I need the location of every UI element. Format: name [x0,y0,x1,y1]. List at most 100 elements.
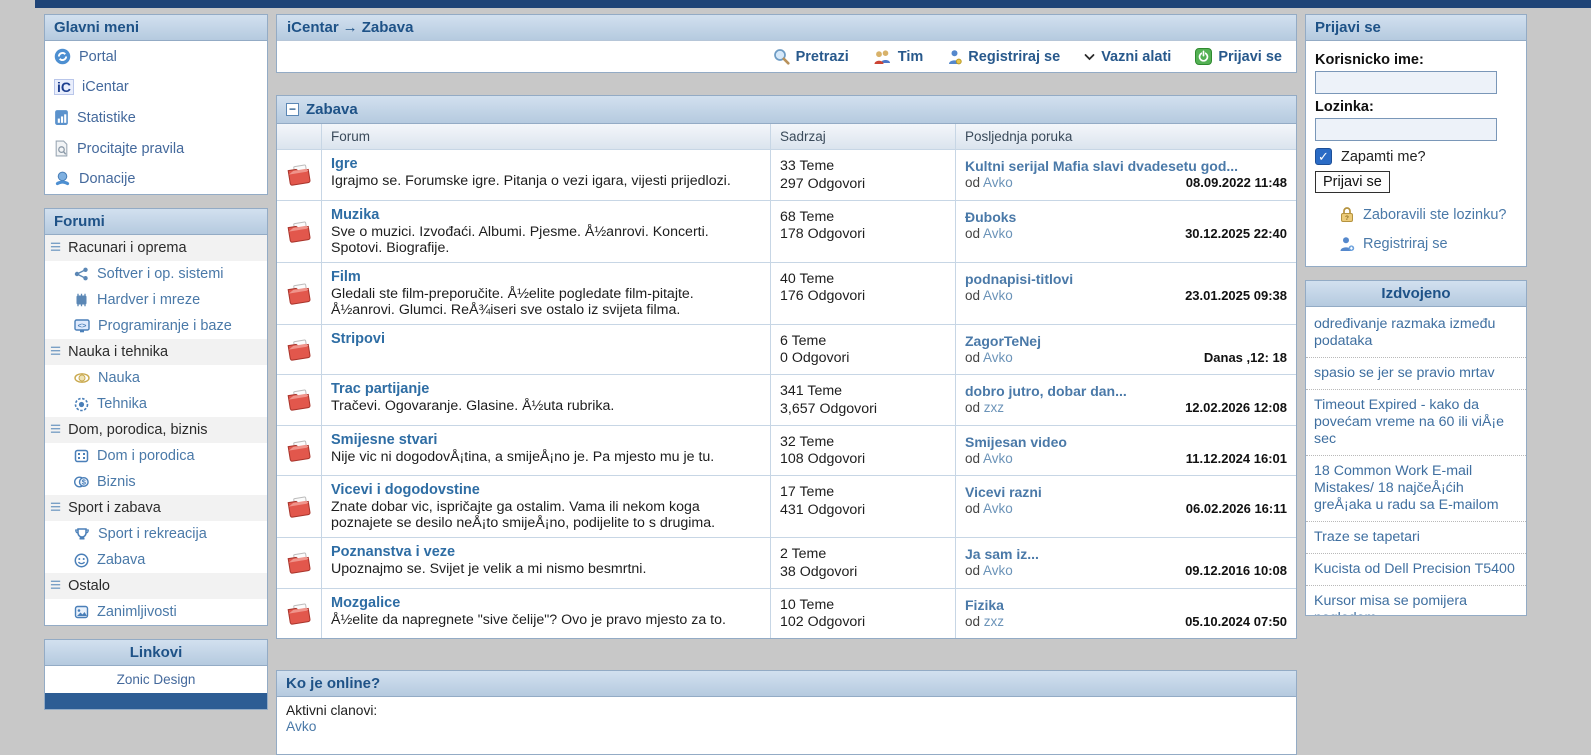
sidebar-item-zanimljivosti[interactable]: Zanimljivosti [45,599,267,625]
last-post-date: 09.12.2016 10:08 [1185,563,1287,578]
by-label: od [965,400,980,415]
register-button[interactable]: Registriraj se [947,49,1060,65]
sidebar-item-biznis[interactable]: $ Biznis [45,469,267,495]
login-submit-button[interactable]: Prijavi se [1315,171,1390,193]
featured-topic-link[interactable]: Traze se tapetari [1306,522,1526,554]
username-field[interactable] [1315,71,1497,94]
important-tools-button[interactable]: Vazni alati [1084,49,1171,65]
last-post-author-link[interactable]: zxz [984,400,1004,415]
sidebar-item-hardver[interactable]: Hardver i mreze [45,287,267,313]
last-post-author-link[interactable]: Avko [983,288,1013,303]
folder-icon [277,476,321,537]
last-post-author-link[interactable]: Avko [983,451,1013,466]
category-sport[interactable]: ≡ Sport i zabava [45,495,267,521]
search-button[interactable]: Pretrazi [773,48,849,65]
password-field[interactable] [1315,118,1497,141]
breadcrumb-current-link[interactable]: Zabava [362,19,414,36]
forum-link[interactable]: Smijesne stvari [331,432,761,448]
forum-link[interactable]: Poznanstva i veze [331,544,761,560]
login-button[interactable]: Prijavi se [1195,48,1282,65]
last-post-date: 23.01.2025 09:38 [1185,288,1287,303]
last-post-author-link[interactable]: Avko [983,226,1013,241]
forum-link[interactable]: Vicevi i dogodovstine [331,482,761,498]
sidebar-item-nauka[interactable]: Nauka [45,365,267,391]
last-post-link[interactable]: Vicevi razni [965,484,1287,500]
sidebar-item-sport-i-rekreacija[interactable]: Sport i rekreacija [45,521,267,547]
last-post-link[interactable]: podnapisi-titlovi [965,271,1287,287]
sidebar-item-portal[interactable]: Portal [45,41,267,72]
featured-topic-link[interactable]: spasio se jer se pravio mrtav [1306,358,1526,390]
sidebar-item-dom-i-porodica[interactable]: Dom i porodica [45,443,267,469]
last-post-author-link[interactable]: Avko [983,175,1013,190]
featured-topic-link[interactable]: određivanje razmaka između podataka [1306,309,1526,358]
category-nauka[interactable]: ≡ Nauka i tehnika [45,339,267,365]
featured-topic-link[interactable]: Kursor misa se pomijera pogledom [1306,586,1526,616]
forum-link[interactable]: Muzika [331,207,761,223]
last-post-link[interactable]: Đuboks [965,209,1287,225]
by-label: od [965,350,980,365]
money-icon: $ [74,475,89,489]
last-post-author-link[interactable]: Avko [983,501,1013,516]
linkovi-banner[interactable] [45,693,267,709]
add-user-icon [1339,236,1355,252]
menu-lines-icon: ≡ [50,346,61,358]
sidebar-item-programiranje[interactable]: <> Programiranje i baze [45,313,267,339]
category-ostalo[interactable]: ≡ Ostalo [45,573,267,599]
table-header-row: Forum Sadrzaj Posljednja poruka [277,124,1296,149]
featured-topic-link[interactable]: Timeout Expired - kako da povećam vreme … [1306,390,1526,456]
sidebar-item-pravila[interactable]: Procitajte pravila [45,133,267,164]
sidebar-item-tehnika[interactable]: Tehnika [45,391,267,417]
remember-me-checkbox[interactable]: ✓ [1315,148,1332,165]
forum-stats: 68 Teme178 Odgovori [770,201,955,262]
team-button[interactable]: Tim [873,49,924,65]
category-dom[interactable]: ≡ Dom, porodica, biznis [45,417,267,443]
sidebar-item-zabava[interactable]: Zabava [45,547,267,573]
forum-link[interactable]: Mozgalice [331,595,761,611]
breadcrumb: iCentar → Zabava [277,15,1296,41]
sidebar-item-softver[interactable]: Softver i op. sistemi [45,261,267,287]
sidebar-item-statistike[interactable]: Statistike [45,102,267,133]
last-post-author-link[interactable]: zxz [984,614,1004,629]
sidebar-item-icentar[interactable]: iC iCentar [45,72,267,102]
lock-icon: ? [1339,206,1355,223]
chevron-down-icon [1084,53,1095,61]
forum-link[interactable]: Stripovi [331,331,761,347]
forum-stats: 17 Teme431 Odgovori [770,476,955,537]
menu-lines-icon: ≡ [50,424,61,436]
folder-icon [277,325,321,375]
featured-topic-link[interactable]: Kucista od Dell Precision T5400 [1306,554,1526,586]
forgot-password-link[interactable]: ? Zaboravili ste lozinku? [1339,206,1517,223]
breadcrumb-home-link[interactable]: iCentar [287,19,339,36]
register-link[interactable]: Registriraj se [1339,236,1517,252]
password-label: Lozinka: [1315,99,1517,115]
last-post-link[interactable]: Kultni serijal Mafia slavi dvadesetu god… [965,158,1287,174]
category-label: Racunari i oprema [68,240,186,256]
last-post-author-link[interactable]: Avko [983,350,1013,365]
by-label: od [965,288,980,303]
last-post-link[interactable]: Fizika [965,597,1287,613]
forum-description: Tračevi. Ogovaranje. Glasine. Å½uta rubr… [331,398,761,414]
online-user-link[interactable]: Avko [286,719,316,734]
team-label: Tim [898,49,924,65]
rules-icon [54,140,69,157]
category-racunari[interactable]: ≡ Racunari i oprema [45,235,267,261]
last-post-link[interactable]: dobro jutro, dobar dan... [965,383,1287,399]
last-post-link[interactable]: ZagorTeNej [965,333,1287,349]
last-post-link[interactable]: Smijesan video [965,434,1287,450]
link-zonic-design[interactable]: Zonic Design [45,666,267,693]
forum-link[interactable]: Igre [331,156,761,172]
category-label: Nauka i tehnika [68,344,168,360]
forum-stats: 40 Teme176 Odgovori [770,263,955,324]
last-post-link[interactable]: Ja sam iz... [965,546,1287,562]
menu-lines-icon: ≡ [50,242,61,254]
forumi-title: Forumi [45,209,267,235]
table-row: Trac partijanjeTračevi. Ogovaranje. Glas… [277,374,1296,425]
sidebar-item-donacije[interactable]: Donacije [45,164,267,194]
forum-link[interactable]: Film [331,269,761,285]
collapse-icon[interactable]: − [286,103,299,116]
last-post-author-link[interactable]: Avko [983,563,1013,578]
featured-topic-link[interactable]: 18 Common Work E-mail Mistakes/ 18 najče… [1306,456,1526,522]
svg-text:?: ? [1345,215,1349,222]
team-icon [873,49,892,65]
forum-link[interactable]: Trac partijanje [331,381,761,397]
